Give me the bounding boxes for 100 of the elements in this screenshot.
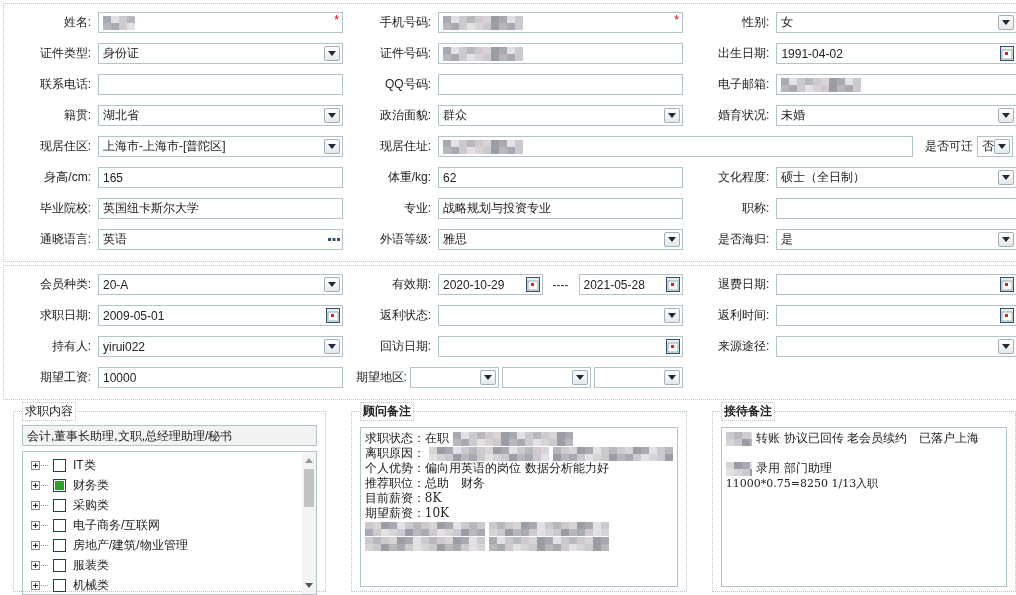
tree-item[interactable]: 机械类: [73, 576, 109, 594]
dropdown-button[interactable]: [664, 370, 680, 385]
checkbox[interactable]: [53, 518, 66, 532]
dropdown-field[interactable]: 身份证: [98, 43, 343, 64]
dropdown-field[interactable]: 湖北省: [98, 105, 343, 126]
dropdown-button[interactable]: [998, 108, 1014, 123]
date-field[interactable]: [776, 305, 1016, 326]
dropdown-button[interactable]: [324, 139, 340, 154]
dropdown-field[interactable]: 未婚: [776, 105, 1016, 126]
input-field[interactable]: 战略规划与投资专业: [438, 198, 683, 219]
expand-icon[interactable]: [31, 580, 48, 590]
field-value: yirui022: [103, 339, 147, 354]
dropdown-field[interactable]: 雅思: [438, 229, 683, 250]
calendar-icon[interactable]: [1000, 277, 1014, 292]
dropdown-field[interactable]: 群众: [438, 105, 683, 126]
input-field[interactable]: 62: [438, 167, 683, 188]
input-field[interactable]: 英语: [98, 229, 343, 250]
input-field[interactable]: 165: [98, 167, 343, 188]
dropdown-button[interactable]: [998, 339, 1014, 354]
dropdown-button[interactable]: [324, 277, 340, 292]
checkbox[interactable]: [53, 558, 66, 572]
notes-area[interactable]: 求职状态：在职 离职原因： 个人优势：偏向用英语的岗位 数据分析能力好 推荐职位：总助 财务 目前薪资：8K 期望薪资：10K: [359, 427, 678, 587]
dropdown-field[interactable]: [409, 367, 499, 388]
more-icon[interactable]: [328, 238, 340, 241]
input-field[interactable]: [438, 136, 913, 157]
dropdown-button[interactable]: [998, 170, 1014, 185]
date-field[interactable]: 2020-10-29: [438, 274, 543, 295]
dropdown-button[interactable]: [664, 108, 680, 123]
calendar-icon[interactable]: [1000, 308, 1014, 323]
notes-area[interactable]: 转账 协议已回传 老会员续约 已落户上海 录用 部门助理 11000*0.75=8250 1/13入职: [720, 427, 1007, 587]
expand-icon[interactable]: [31, 460, 48, 470]
input-field[interactable]: 英国纽卡斯尔大学: [98, 198, 343, 219]
input-field[interactable]: [776, 74, 1016, 95]
expand-icon[interactable]: [31, 560, 48, 570]
input-field[interactable]: [438, 43, 683, 64]
field-label: 证件类型:: [38, 45, 91, 62]
checkbox[interactable]: [53, 498, 66, 512]
dropdown-field[interactable]: yirui022: [98, 336, 343, 357]
calendar-icon[interactable]: [525, 277, 540, 292]
input-field[interactable]: [98, 74, 343, 95]
checkbox[interactable]: [53, 578, 66, 592]
date-field[interactable]: [438, 336, 683, 357]
input-field[interactable]: [438, 74, 683, 95]
tree-item[interactable]: 服装类: [73, 556, 109, 574]
input-field[interactable]: 10000: [98, 367, 343, 388]
field-value: 雅思: [443, 231, 468, 248]
field-label: 体重/kg:: [386, 169, 431, 186]
tree-item[interactable]: IT类: [73, 456, 96, 474]
expand-icon[interactable]: [31, 480, 48, 490]
tree-item[interactable]: 财务类: [73, 476, 109, 494]
scrollbar[interactable]: [301, 452, 316, 594]
input-field[interactable]: *: [438, 12, 683, 33]
expand-icon[interactable]: [31, 540, 48, 550]
dropdown-field[interactable]: 女: [776, 12, 1016, 33]
date-field[interactable]: 1991-04-02: [776, 43, 1016, 64]
checkbox[interactable]: [53, 478, 66, 492]
dropdown-field[interactable]: [438, 305, 683, 326]
date-field[interactable]: [776, 274, 1016, 295]
date-field[interactable]: 2009-05-01: [98, 305, 343, 326]
dropdown-button[interactable]: [664, 308, 680, 323]
dropdown-button[interactable]: [998, 15, 1014, 30]
field-value: 是: [781, 231, 795, 248]
group-title: 顾问备注: [359, 402, 414, 421]
calendar-icon[interactable]: [666, 339, 680, 354]
expand-icon[interactable]: [31, 500, 48, 510]
dropdown-field[interactable]: [501, 367, 591, 388]
dropdown-button[interactable]: [664, 232, 680, 247]
dropdown-button[interactable]: [324, 108, 340, 123]
expand-icon[interactable]: [31, 520, 48, 530]
tree-item[interactable]: 采购类: [73, 496, 109, 514]
note-text: 期望薪资：10K: [364, 506, 449, 521]
field-label: 返利时间:: [717, 307, 770, 324]
dropdown-field[interactable]: 是: [776, 229, 1016, 250]
dropdown-field[interactable]: [776, 336, 1016, 357]
calendar-icon[interactable]: [666, 277, 680, 292]
dropdown-field[interactable]: 20-A: [98, 274, 343, 295]
checkbox[interactable]: [53, 538, 66, 552]
dropdown-button[interactable]: [998, 232, 1014, 247]
tree-item[interactable]: 房地产/建筑/物业管理: [73, 536, 188, 554]
checkbox[interactable]: [53, 458, 66, 472]
dropdown-field[interactable]: [593, 367, 683, 388]
dropdown-field[interactable]: 否: [977, 136, 1013, 157]
field-label: 籍贯:: [62, 107, 91, 124]
calendar-icon[interactable]: [326, 308, 340, 323]
date-field[interactable]: 2021-05-28: [578, 274, 683, 295]
dropdown-button[interactable]: [479, 370, 496, 385]
tree-item[interactable]: 电子商务/互联网: [73, 516, 161, 534]
dropdown-field[interactable]: 上海市-上海市-[普陀区]: [98, 136, 343, 157]
input-field[interactable]: *: [98, 12, 343, 33]
dropdown-field[interactable]: 硕士（全日制）: [776, 167, 1016, 188]
caret-icon: [1002, 344, 1010, 349]
calendar-icon[interactable]: [1000, 46, 1014, 61]
note-text: 推荐职位：总助 财务: [364, 476, 485, 491]
dropdown-button[interactable]: [324, 339, 340, 354]
dropdown-button[interactable]: [994, 139, 1010, 154]
dropdown-button[interactable]: [324, 46, 340, 61]
field-label: 出生日期:: [717, 45, 770, 62]
field-label: 会员种类:: [38, 276, 91, 293]
dropdown-button[interactable]: [571, 370, 588, 385]
input-field[interactable]: [776, 198, 1016, 219]
